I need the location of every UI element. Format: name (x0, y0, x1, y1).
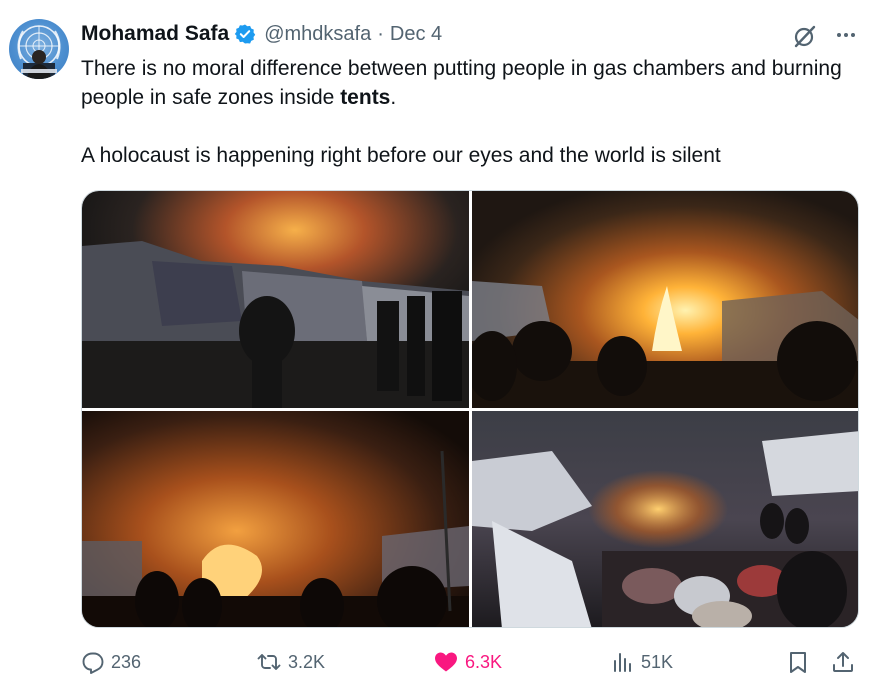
reply-icon (82, 652, 104, 674)
tweet-text: There is no moral difference between put… (81, 54, 861, 170)
media-grid (81, 190, 859, 628)
photo-4[interactable] (472, 411, 858, 627)
like-count: 6.3K (465, 651, 503, 672)
verified-badge-icon[interactable] (234, 23, 256, 45)
bookmark-button[interactable] (786, 645, 816, 679)
heart-filled-icon (435, 652, 457, 672)
avatar[interactable] (9, 19, 69, 79)
views-chart-icon (614, 653, 631, 672)
tweet-date[interactable]: Dec 4 (390, 23, 442, 46)
more-dots-icon[interactable] (832, 22, 860, 50)
separator-dot: · (377, 22, 384, 45)
author-handle[interactable]: @mhdksafa (264, 23, 371, 46)
views-button[interactable]: 51K (611, 645, 673, 679)
tweet-text-part: There is no moral difference between put… (81, 57, 842, 109)
un-emblem-avatar-image (17, 25, 61, 79)
tweet-text-bold: tents (340, 86, 391, 109)
tweet-text-end: . (390, 86, 397, 109)
reply-count: 236 (111, 651, 142, 672)
bookmark-icon (790, 652, 806, 673)
photo-3[interactable] (82, 411, 469, 627)
share-button[interactable] (831, 645, 861, 679)
tweet-paragraph-1: There is no moral difference between put… (81, 54, 861, 112)
share-icon (833, 652, 853, 672)
grok-icon[interactable] (791, 22, 819, 50)
photo-2[interactable] (472, 191, 858, 408)
repost-count: 3.2K (288, 651, 326, 672)
tweet-paragraph-2: A holocaust is happening right before ou… (81, 144, 721, 167)
photo-1[interactable] (82, 191, 469, 408)
tweet-header: Mohamad Safa @mhdksafa · Dec 4 (81, 20, 442, 48)
repost-button[interactable]: 3.2K (256, 645, 325, 679)
author-name[interactable]: Mohamad Safa (81, 22, 229, 46)
like-button[interactable]: 6.3K (433, 645, 502, 679)
views-count: 51K (641, 651, 674, 672)
repost-icon (257, 654, 281, 670)
reply-button[interactable]: 236 (81, 645, 141, 679)
tweet-actions: 236 3.2K 6.3K 51K (81, 645, 861, 679)
